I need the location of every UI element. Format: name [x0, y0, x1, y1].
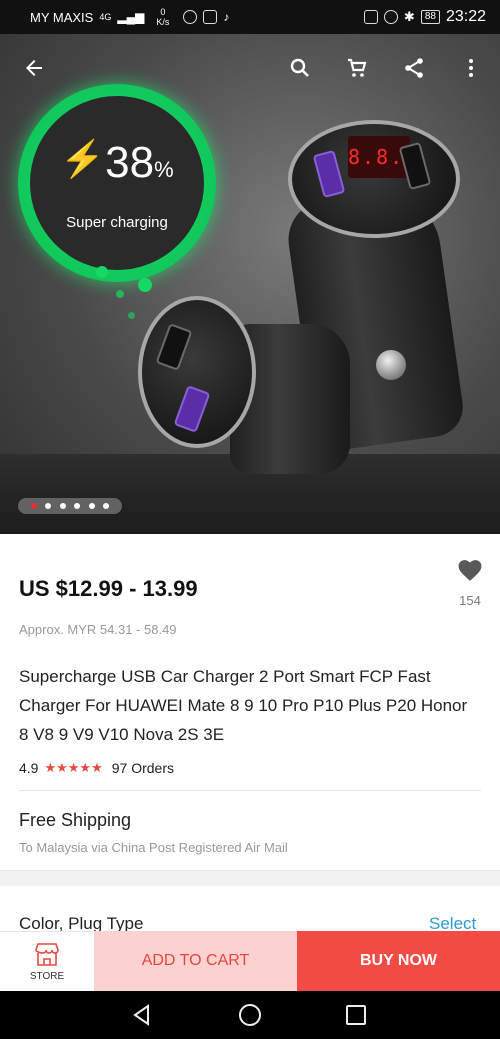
mic-icon: ♪	[223, 10, 230, 24]
top-toolbar	[0, 48, 500, 88]
carousel-dot[interactable]	[59, 503, 66, 509]
nav-back-icon[interactable]	[130, 1003, 154, 1027]
shipping-title[interactable]: Free Shipping	[19, 810, 131, 831]
share-button[interactable]	[398, 52, 430, 84]
search-button[interactable]	[284, 52, 316, 84]
charger-tip	[376, 350, 406, 380]
bolt-icon: ⚡	[60, 138, 106, 179]
cart-icon	[348, 58, 367, 77]
buy-now-button[interactable]: BUY NOW	[297, 931, 500, 991]
carousel-dot[interactable]	[74, 503, 81, 509]
data-speed-unit: K/s	[156, 17, 170, 27]
back-button[interactable]	[18, 52, 50, 84]
battery-icon: 88	[420, 10, 440, 24]
store-label: STORE	[29, 971, 65, 982]
bluetooth-icon: ✱	[403, 9, 415, 24]
approx-price: Approx. MYR 54.31 - 58.49	[19, 622, 177, 637]
back-usb-port-left	[312, 149, 346, 199]
data-speed: 0 K/s	[156, 7, 169, 27]
front-charger-face	[138, 296, 256, 448]
product-title: Supercharge USB Car Charger 2 Port Smart…	[19, 667, 468, 744]
badge-number: 38	[105, 138, 155, 187]
product-image-carousel[interactable]: 8.8.8 ⚡38% Super charging	[0, 34, 500, 534]
carousel-dot[interactable]	[103, 503, 110, 509]
wishlist-count: 154	[459, 593, 481, 608]
super-charging-badge: ⚡38% Super charging	[18, 84, 218, 284]
system-nav-bar	[0, 991, 500, 1039]
store-button[interactable]: STORE	[0, 931, 94, 991]
green-drop	[128, 312, 135, 319]
rating-row[interactable]: 4.9 ★★★★★ 97 Orders	[19, 760, 174, 776]
carousel-dot[interactable]	[45, 503, 52, 509]
badge-core: ⚡38% Super charging	[30, 96, 204, 270]
orders-count: 97 Orders	[111, 760, 174, 776]
carousel-pagination	[18, 498, 122, 514]
clock: 23:22	[445, 8, 486, 25]
nav-home-icon[interactable]	[238, 1003, 262, 1027]
store-icon	[35, 943, 59, 966]
search-icon	[290, 58, 309, 77]
badge-label: Super charging	[66, 214, 168, 231]
front-usb-port-bottom	[173, 385, 211, 433]
green-drop	[96, 266, 108, 278]
section-gap	[0, 870, 500, 886]
front-usb-port-top	[155, 323, 193, 371]
badge-unit: %	[154, 157, 174, 182]
heart-icon	[458, 560, 482, 581]
back-icon	[26, 60, 42, 76]
rating-value: 4.9	[19, 760, 39, 776]
status-bar: MY MAXIS 4G ▂▄▆ 0 K/s ♪ ✱ 88 23:22	[0, 0, 500, 34]
nav-recents-icon[interactable]	[344, 1003, 368, 1027]
data-speed-value: 0	[160, 7, 166, 17]
add-to-cart-button[interactable]: ADD TO CART	[94, 931, 297, 991]
notification-icon	[203, 10, 218, 24]
more-button[interactable]	[455, 52, 487, 84]
carousel-dot[interactable]	[30, 503, 37, 509]
back-charger-face: 8.8.8	[288, 120, 460, 238]
rating-stars: ★★★★★	[44, 760, 103, 775]
wishlist-button[interactable]	[456, 558, 484, 582]
shipping-subtitle: To Malaysia via China Post Registered Ai…	[19, 840, 288, 855]
green-drop	[116, 290, 124, 298]
badge-value: ⚡38%	[30, 138, 204, 188]
nfc-icon	[363, 10, 378, 24]
divider	[19, 790, 481, 791]
product-screen: MY MAXIS 4G ▂▄▆ 0 K/s ♪ ✱ 88 23:22 8.8.8	[0, 0, 500, 1039]
alarm-icon	[383, 10, 398, 24]
price: US $12.99 - 13.99	[19, 576, 198, 601]
cart-button[interactable]	[341, 52, 373, 84]
share-icon	[405, 58, 423, 78]
action-bar: STORE ADD TO CART BUY NOW	[0, 931, 500, 991]
whatsapp-icon	[183, 10, 198, 24]
signal-icon: ▂▄▆	[117, 10, 145, 24]
green-drop	[138, 278, 152, 292]
more-icon	[469, 59, 473, 77]
carrier-label: MY MAXIS	[30, 9, 94, 25]
carousel-dot[interactable]	[88, 503, 95, 509]
back-usb-port-right	[398, 141, 432, 191]
network-type: 4G	[99, 12, 112, 22]
